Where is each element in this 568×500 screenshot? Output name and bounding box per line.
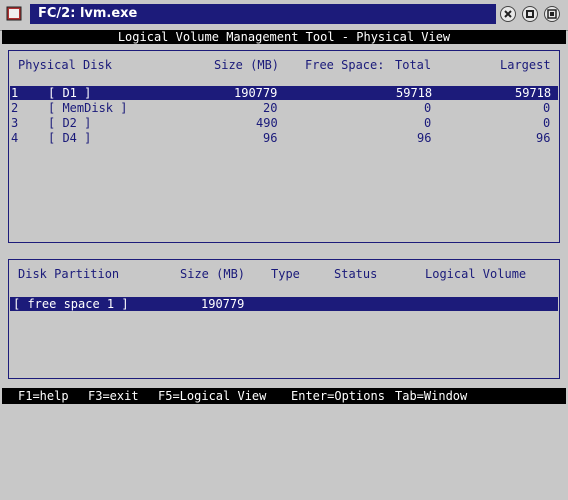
key-hints-bar: F1=help F3=exit F5=Logical View Enter=Op… <box>2 388 566 404</box>
col-type: Type <box>271 267 300 281</box>
col-disk-partition: Disk Partition <box>18 267 120 281</box>
disk-free-largest: 96 <box>536 131 551 145</box>
minimize-icon <box>526 10 534 18</box>
disk-name: [ D4 ] <box>48 131 92 145</box>
disk-free-total: 96 <box>417 131 432 145</box>
disk-name: [ MemDisk ] <box>48 101 128 115</box>
disk-free-largest: 0 <box>543 116 551 130</box>
disk-size: 190779 <box>234 86 278 100</box>
disk-free-total: 0 <box>424 101 432 115</box>
row-num: 3 <box>11 116 19 130</box>
hint-exit[interactable]: F3=exit <box>88 388 139 404</box>
row-num: 2 <box>11 101 19 115</box>
maximize-button[interactable] <box>544 6 560 22</box>
window-titlebar[interactable]: FC/2: lvm.exe <box>0 0 568 31</box>
close-button[interactable] <box>500 6 516 22</box>
disk-free-largest: 59718 <box>515 86 552 100</box>
close-icon <box>504 10 512 18</box>
console-area[interactable]: Logical Volume Management Tool - Physica… <box>2 30 566 407</box>
view-header: Logical Volume Management Tool - Physica… <box>2 30 566 44</box>
disk-name: [ D1 ] <box>48 86 92 100</box>
partition-size: 190779 <box>201 297 245 311</box>
col-size: Size (MB) <box>214 58 280 72</box>
terminal-app-icon[interactable] <box>6 5 24 23</box>
col-partition-size: Size (MB) <box>180 267 246 281</box>
col-logical-volume: Logical Volume <box>425 267 527 281</box>
col-free-space: Free Space: <box>305 58 385 72</box>
col-largest: Largest <box>500 58 551 72</box>
disk-name: [ D2 ] <box>48 116 92 130</box>
disk-free-total: 59718 <box>396 86 433 100</box>
minimize-button[interactable] <box>522 6 538 22</box>
disk-size: 96 <box>263 131 278 145</box>
disk-partition-panel[interactable]: Disk Partition Size (MB) Type Status Log… <box>8 259 560 379</box>
maximize-icon <box>547 9 557 19</box>
hint-logical-view[interactable]: F5=Logical View <box>158 388 266 404</box>
disk-free-total: 0 <box>424 116 432 130</box>
hint-window[interactable]: Tab=Window <box>395 388 467 404</box>
hint-help[interactable]: F1=help <box>18 388 69 404</box>
hint-options[interactable]: Enter=Options <box>291 388 385 404</box>
physical-disk-panel[interactable]: Physical Disk Size (MB) Free Space: Tota… <box>8 50 560 243</box>
window-title: FC/2: lvm.exe <box>38 6 138 21</box>
disk-size: 20 <box>263 101 278 115</box>
disk-row-selected[interactable]: 1 [ D1 ] 190779 59718 59718 <box>10 86 558 100</box>
col-total: Total <box>395 58 432 72</box>
row-num: 1 <box>11 86 19 100</box>
title-bar-fill: FC/2: lvm.exe <box>30 4 496 24</box>
col-physical-disk: Physical Disk <box>18 58 112 72</box>
partition-name: [ free space 1 ] <box>13 297 129 311</box>
disk-size: 490 <box>256 116 278 130</box>
partition-row-selected[interactable]: [ free space 1 ] 190779 <box>10 297 558 311</box>
row-num: 4 <box>11 131 19 145</box>
col-status: Status <box>334 267 378 281</box>
disk-free-largest: 0 <box>543 101 551 115</box>
